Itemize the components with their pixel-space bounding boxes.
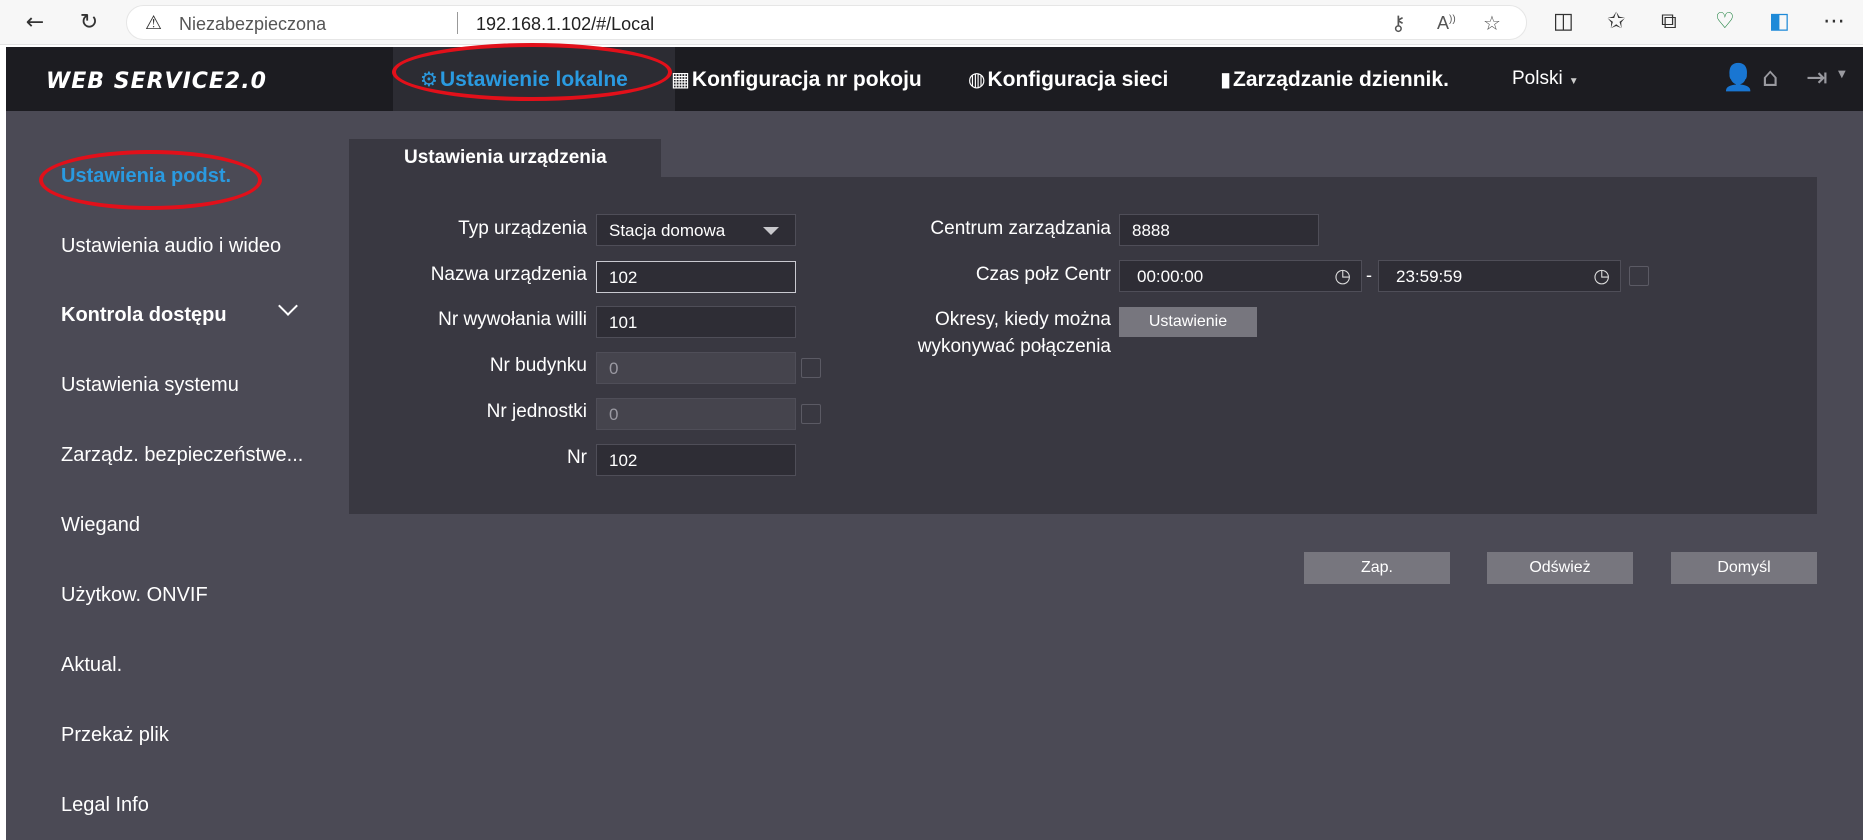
building-no-checkbox[interactable]: [801, 358, 821, 378]
sidebar-item-wiegand[interactable]: Wiegand: [61, 514, 140, 537]
call-periods-label-line2: wykonywać połączenia: [917, 336, 1111, 357]
unit-no-label: Nr jednostki: [486, 401, 587, 422]
web-service-app: WEB SERVICE2.0 ⚙Ustawienie lokalne ▦Konf…: [6, 43, 1863, 840]
call-time-from-value: 00:00:00: [1137, 267, 1204, 286]
sidebar-item-access-control[interactable]: Kontrola dostępu: [61, 304, 227, 327]
tab-device-settings[interactable]: Ustawienia urządzenia: [349, 139, 661, 177]
no-input[interactable]: 102: [596, 444, 796, 476]
sidebar-item-audio-video[interactable]: Ustawienia audio i wideo: [61, 235, 281, 258]
sidebar-item-onvif-user[interactable]: Użytkow. ONVIF: [61, 584, 208, 607]
tab-label: Ustawienia urządzenia: [404, 147, 607, 168]
call-time-to-input[interactable]: 23:59:59 ◷: [1378, 260, 1621, 292]
clock-icon[interactable]: ◷: [1334, 265, 1351, 287]
sidebar-item-security[interactable]: Zarządz. bezpieczeństwe...: [61, 444, 303, 467]
default-button[interactable]: Domyśl: [1671, 552, 1817, 584]
log-icon: ▮: [1220, 67, 1232, 91]
caret-down-icon: ▼: [1568, 76, 1579, 87]
split-screen-icon[interactable]: ◫: [1553, 9, 1574, 34]
device-type-select[interactable]: Stacja domowa: [596, 214, 796, 246]
browser-toolbar: ← ↻ ⚠ Niezabezpieczona 192.168.1.102/#/L…: [0, 0, 1863, 45]
villa-call-no-input[interactable]: 101: [596, 306, 796, 338]
call-time-label: Czas połz Centr: [975, 264, 1111, 285]
call-periods-settings-button[interactable]: Ustawienie: [1119, 307, 1257, 337]
call-time-from-input[interactable]: 00:00:00 ◷: [1119, 260, 1362, 292]
nav-room-config[interactable]: ▦Konfiguracja nr pokoju: [671, 67, 922, 92]
health-icon[interactable]: ♡: [1715, 9, 1735, 34]
no-label: Nr: [566, 447, 587, 468]
call-time-checkbox[interactable]: [1629, 266, 1649, 286]
management-center-input[interactable]: 8888: [1119, 214, 1319, 246]
address-bar[interactable]: ⚠ Niezabezpieczona 192.168.1.102/#/Local…: [126, 5, 1527, 40]
app-header: WEB SERVICE2.0 ⚙Ustawienie lokalne ▦Konf…: [6, 47, 1863, 111]
call-periods-label-line1: Okresy, kiedy można: [935, 309, 1111, 330]
user-icon[interactable]: 👤: [1722, 63, 1754, 93]
call-time-to-value: 23:59:59: [1396, 267, 1463, 286]
nav-log-management[interactable]: ▮Zarządzanie dziennik.: [1220, 67, 1449, 92]
edge-icon[interactable]: ◧: [1769, 9, 1790, 34]
refresh-button[interactable]: Odśwież: [1487, 552, 1633, 584]
app-logo: WEB SERVICE2.0: [46, 69, 267, 94]
key-icon[interactable]: ⚷: [1391, 11, 1406, 35]
device-type-label: Typ urządzenia: [458, 218, 587, 239]
device-name-input[interactable]: 102: [596, 261, 796, 293]
globe-icon: ◍: [968, 67, 986, 91]
address-separator: [457, 12, 458, 34]
read-aloud-icon[interactable]: A)): [1437, 13, 1456, 34]
building-no-label: Nr budynku: [489, 355, 587, 376]
back-icon[interactable]: ←: [20, 8, 50, 38]
sidebar-item-basic-settings[interactable]: Ustawienia podst.: [61, 165, 231, 188]
chevron-down-icon[interactable]: [278, 296, 298, 316]
unit-no-input[interactable]: 0: [596, 398, 796, 430]
save-button[interactable]: Zap.: [1304, 552, 1450, 584]
insecure-label[interactable]: Niezabezpieczona: [179, 14, 326, 35]
more-icon[interactable]: ⋯: [1823, 9, 1845, 34]
nav-network-config[interactable]: ◍Konfiguracja sieci: [968, 67, 1168, 92]
device-name-label: Nazwa urządzenia: [430, 264, 587, 285]
favorites-icon[interactable]: ✩: [1607, 9, 1625, 34]
sidebar-item-file-transfer[interactable]: Przekaż plik: [61, 724, 169, 747]
star-icon[interactable]: ☆: [1483, 11, 1501, 35]
warning-icon[interactable]: ⚠: [145, 12, 162, 34]
nav-label: Konfiguracja nr pokoju: [691, 68, 922, 91]
management-center-label: Centrum zarządzania: [930, 218, 1111, 239]
unit-no-checkbox[interactable]: [801, 404, 821, 424]
building-no-input[interactable]: 0: [596, 352, 796, 384]
home-icon[interactable]: ⌂: [1762, 63, 1779, 93]
logout-icon[interactable]: ⇥: [1806, 63, 1828, 93]
sidebar-item-system-settings[interactable]: Ustawienia systemu: [61, 374, 239, 397]
language-select[interactable]: Polski ▼: [1512, 68, 1579, 90]
time-range-separator: -: [1366, 265, 1372, 285]
language-label: Polski: [1512, 68, 1563, 89]
sidebar-item-legal-info[interactable]: Legal Info: [61, 794, 149, 817]
villa-call-no-label: Nr wywołania willi: [438, 309, 587, 330]
building-icon: ▦: [671, 67, 690, 91]
collections-icon[interactable]: ⧉: [1661, 9, 1677, 34]
nav-label: Zarządzanie dziennik.: [1233, 68, 1449, 91]
device-type-value: Stacja domowa: [609, 221, 726, 240]
annotation-ellipse-nav: [392, 43, 672, 101]
dropdown-arrow-icon: [763, 227, 779, 235]
clock-icon[interactable]: ◷: [1593, 265, 1610, 287]
logout-caret-icon[interactable]: ▼: [1838, 69, 1846, 80]
nav-label: Konfiguracja sieci: [987, 68, 1169, 91]
sidebar-item-update[interactable]: Aktual.: [61, 654, 122, 677]
url-text[interactable]: 192.168.1.102/#/Local: [476, 14, 654, 35]
reload-icon[interactable]: ↻: [74, 8, 104, 38]
